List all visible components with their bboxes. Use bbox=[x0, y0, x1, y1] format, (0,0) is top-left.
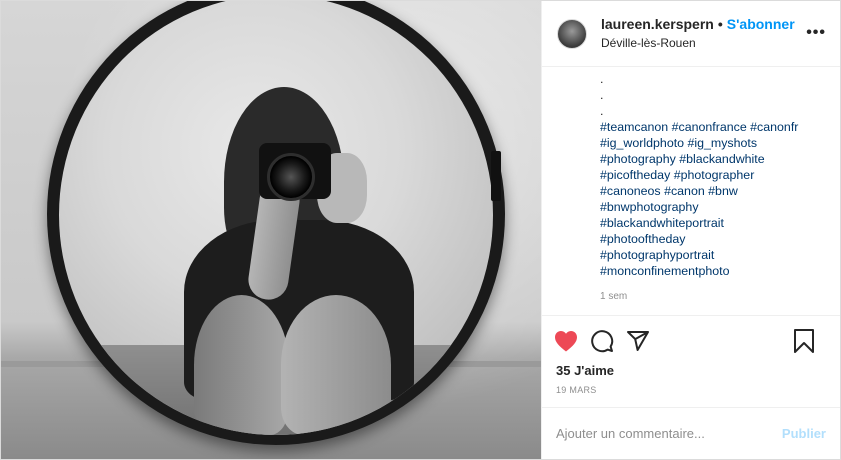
caption: . . . #teamcanon #canonfrance #canonfr #… bbox=[542, 67, 840, 315]
comment-form: Publier bbox=[542, 407, 840, 459]
hashtag-line[interactable]: #photooftheday bbox=[600, 231, 826, 247]
header-text: laureen.kerspern • S'abonner Déville-lès-R… bbox=[601, 16, 795, 51]
person-knee-left bbox=[194, 295, 289, 435]
post-photo[interactable] bbox=[1, 1, 541, 459]
caption-dot: . bbox=[600, 72, 604, 86]
hashtag-line[interactable]: #photographyportrait bbox=[600, 247, 826, 263]
post-date[interactable]: 19 MARS bbox=[542, 385, 840, 401]
hashtag-line[interactable]: #ig_worldphoto #ig_myshots bbox=[600, 135, 826, 151]
avatar[interactable] bbox=[557, 18, 587, 49]
caption-dot: . bbox=[600, 88, 604, 102]
bookmark-icon[interactable] bbox=[792, 329, 816, 353]
caption-hashtags: #teamcanon #canonfrance #canonfr #ig_wor… bbox=[600, 119, 826, 279]
hashtag-line[interactable]: #teamcanon #canonfrance #canonfr bbox=[600, 119, 826, 135]
hashtag-line[interactable]: #picoftheday #photographer bbox=[600, 167, 826, 183]
comment-icon[interactable] bbox=[590, 329, 614, 353]
comment-input[interactable] bbox=[556, 426, 782, 441]
mirror-reflection bbox=[59, 1, 493, 435]
action-bar bbox=[542, 315, 840, 365]
hashtag-line[interactable]: #monconfinementphoto bbox=[600, 263, 826, 279]
separator-dot: • bbox=[717, 16, 723, 33]
location-link[interactable]: Déville-lès-Rouen bbox=[601, 36, 795, 51]
person-knee-right bbox=[281, 295, 391, 435]
heart-filled-icon[interactable] bbox=[554, 329, 578, 353]
post-sidebar: laureen.kerspern • S'abonner Déville-lès-R… bbox=[541, 1, 840, 459]
hashtag-line[interactable]: #bnwphotography bbox=[600, 199, 826, 215]
more-horizontal-icon[interactable]: ••• bbox=[806, 25, 826, 41]
mirror-stand bbox=[491, 151, 501, 201]
post-header: laureen.kerspern • S'abonner Déville-lès-R… bbox=[542, 1, 840, 67]
username-link[interactable]: laureen.kerspern bbox=[601, 16, 714, 32]
caption-time[interactable]: 1 sem bbox=[600, 289, 826, 305]
hashtag-line[interactable]: #blackandwhiteportrait bbox=[600, 215, 826, 231]
hashtag-line[interactable]: #photography #blackandwhite bbox=[600, 151, 826, 167]
header-line: laureen.kerspern • S'abonner bbox=[601, 16, 795, 34]
share-icon[interactable] bbox=[626, 329, 650, 353]
instagram-post: laureen.kerspern • S'abonner Déville-lès-R… bbox=[0, 0, 841, 460]
camera-lens bbox=[267, 153, 315, 201]
follow-button[interactable]: S'abonner bbox=[727, 16, 795, 32]
publish-button[interactable]: Publier bbox=[782, 426, 826, 441]
caption-dot: . bbox=[600, 104, 604, 118]
hashtag-line[interactable]: #canoneos #canon #bnw bbox=[600, 183, 826, 199]
